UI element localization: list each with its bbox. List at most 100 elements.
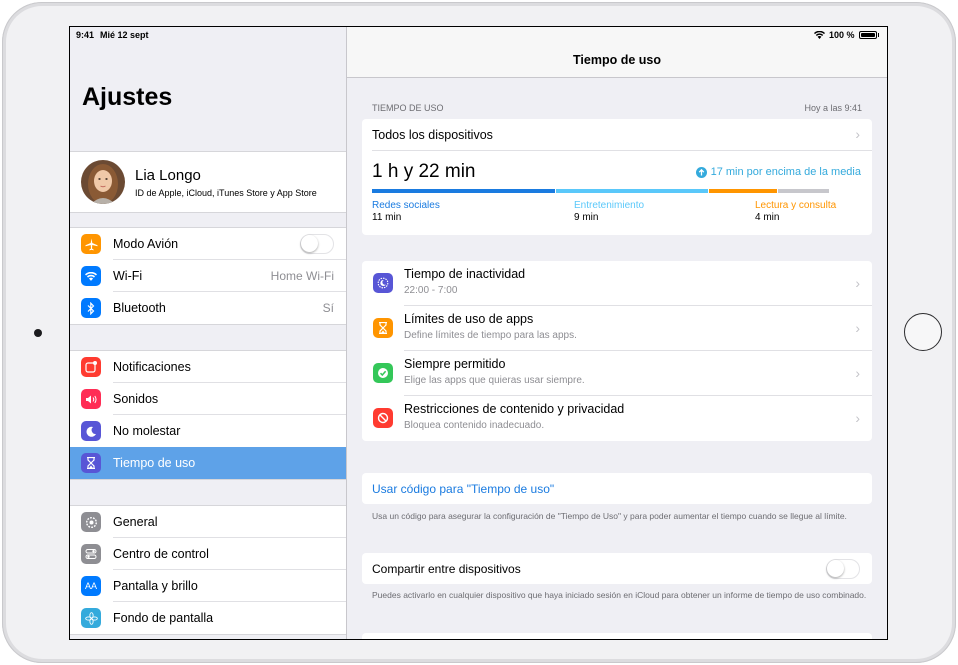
sidebar-item-wifi[interactable]: Wi-Fi Home Wi-Fi [70, 260, 346, 292]
airplane-mode-toggle[interactable] [300, 234, 334, 254]
battery-percent: 100 % [828, 30, 855, 40]
option-subtitle: Define límites de tiempo para las apps. [404, 330, 577, 341]
bluetooth-value: Sí [322, 301, 334, 315]
share-across-devices-toggle[interactable] [826, 559, 860, 579]
checkmark-icon [373, 363, 393, 383]
sidebar-item-label: Pantalla y brillo [113, 579, 198, 593]
chevron-right-icon: › [855, 320, 860, 336]
total-usage-time: 1 h y 22 min [372, 161, 476, 182]
battery-icon [858, 31, 877, 39]
option-subtitle: 22:00 - 7:00 [404, 285, 458, 296]
bluetooth-icon [81, 298, 101, 318]
section-header: TIEMPO DE USO Hoy a las 9:41 [372, 103, 862, 113]
sidebar-item-label: General [113, 515, 158, 529]
status-date: Mié 12 sept [100, 30, 149, 40]
sidebar-item-label: Bluetooth [113, 301, 166, 315]
option-title: Límites de uso de apps [404, 312, 534, 326]
all-devices-label: Todos los dispositivos [372, 128, 493, 142]
sidebar-item-label: Fondo de pantalla [113, 611, 214, 625]
screen-time-detail: Tiempo de uso TIEMPO DE USO Hoy a las 9:… [347, 27, 887, 639]
arrow-up-circle-icon [695, 166, 707, 178]
sidebar-item-label: Tiempo de uso [113, 456, 196, 470]
sidebar-item-label: Centro de control [113, 547, 209, 561]
nav-title: Tiempo de uso [573, 53, 661, 67]
options-card: Tiempo de inactividad 22:00 - 7:00 › Lím… [362, 261, 872, 441]
sidebar-item-airplane-mode[interactable]: Modo Avión [70, 228, 346, 260]
chevron-right-icon: › [855, 126, 860, 142]
sidebar-item-screen-time[interactable]: Tiempo de uso [70, 447, 346, 479]
option-subtitle: Elige las apps que quieras usar siempre. [404, 375, 585, 386]
usage-bar [372, 189, 861, 193]
profile-group: Lia Longo ID de Apple, iCloud, iTunes St… [70, 151, 346, 213]
app-limits-row[interactable]: Límites de uso de apps Define límites de… [362, 306, 872, 351]
option-title: Tiempo de inactividad [404, 267, 526, 281]
downtime-row[interactable]: Tiempo de inactividad 22:00 - 7:00 › [362, 261, 872, 306]
share-card: Compartir entre dispositivos [362, 553, 872, 584]
chevron-right-icon: › [855, 365, 860, 381]
sidebar-title: Ajustes [82, 83, 173, 111]
screen: 9:41 Mié 12 sept 100 % Ajustes Lia Longo… [69, 26, 888, 640]
notifications-group: Notificaciones Sonidos No molestar Tiemp… [70, 350, 346, 480]
gear-icon [81, 512, 101, 532]
category-time: 4 min [755, 212, 780, 223]
restriction-icon [373, 408, 393, 428]
sidebar-item-wallpaper[interactable]: Fondo de pantalla [70, 602, 346, 634]
status-bar: 9:41 Mié 12 sept 100 % [70, 27, 887, 43]
option-subtitle: Bloquea contenido inadecuado. [404, 420, 545, 431]
usage-bar-segment [372, 189, 555, 193]
category-time: 11 min [372, 212, 402, 223]
chevron-right-icon: › [855, 410, 860, 426]
sounds-icon [81, 389, 101, 409]
home-button[interactable] [904, 313, 942, 351]
control-center-icon [81, 544, 101, 564]
general-group: General Centro de control AA Pantalla y … [70, 505, 346, 635]
settings-sidebar: Ajustes Lia Longo ID de Apple, iCloud, i… [70, 27, 347, 639]
share-footer: Puedes activarlo en cualquier dispositiv… [372, 590, 867, 600]
sidebar-item-sounds[interactable]: Sonidos [70, 383, 346, 415]
sidebar-item-control-center[interactable]: Centro de control [70, 538, 346, 570]
category-name: Redes sociales [372, 200, 440, 211]
sidebar-item-bluetooth[interactable]: Bluetooth Sí [70, 292, 346, 324]
wifi-icon [81, 266, 101, 286]
usage-bar-segment [709, 189, 777, 193]
hourglass-icon [81, 453, 101, 473]
option-title: Restricciones de contenido y privacidad [404, 402, 625, 416]
category-name: Entretenimiento [574, 200, 645, 211]
status-time: 9:41 [76, 30, 95, 40]
sidebar-item-label: Wi-Fi [113, 269, 143, 283]
moon-icon [81, 421, 101, 441]
wallpaper-icon [81, 608, 101, 628]
average-comparison: 17 min por encima de la media [695, 166, 861, 178]
section-header-time: Hoy a las 9:41 [804, 103, 862, 113]
sidebar-item-notifications[interactable]: Notificaciones [70, 351, 346, 383]
category-social: Redes sociales 11 min [372, 200, 440, 223]
comparison-text: 17 min por encima de la media [710, 166, 861, 178]
category-reading: Lectura y consulta 4 min [755, 200, 836, 223]
content-restrictions-row[interactable]: Restricciones de contenido y privacidad … [362, 396, 872, 441]
sidebar-item-label: Sonidos [113, 392, 159, 406]
chevron-right-icon: › [855, 275, 860, 291]
airplane-icon [81, 234, 101, 254]
section-header-label: TIEMPO DE USO [372, 103, 444, 113]
wifi-network-value: Home Wi-Fi [270, 269, 334, 283]
hourglass-icon [373, 318, 393, 338]
share-across-devices-label: Compartir entre dispositivos [372, 562, 521, 576]
passcode-footer: Usa un código para asegurar la configura… [372, 511, 847, 521]
use-passcode-link[interactable]: Usar código para "Tiempo de uso" [372, 482, 554, 496]
sidebar-item-label: No molestar [113, 424, 181, 438]
usage-bar-segment [778, 189, 829, 193]
sidebar-item-general[interactable]: General [70, 506, 346, 538]
profile-name: Lia Longo [135, 166, 201, 184]
category-name: Lectura y consulta [755, 200, 837, 211]
sidebar-item-display-brightness[interactable]: AA Pantalla y brillo [70, 570, 346, 602]
apple-id-profile[interactable]: Lia Longo ID de Apple, iCloud, iTunes St… [70, 152, 346, 212]
profile-subtitle: ID de Apple, iCloud, iTunes Store y App … [135, 187, 317, 198]
sidebar-item-label: Notificaciones [113, 360, 191, 374]
all-devices-row[interactable]: Todos los dispositivos › [362, 119, 872, 151]
notifications-icon [81, 357, 101, 377]
passcode-card: Usar código para "Tiempo de uso" [362, 473, 872, 504]
downtime-icon [373, 273, 393, 293]
always-allowed-row[interactable]: Siempre permitido Elige las apps que qui… [362, 351, 872, 396]
sidebar-item-do-not-disturb[interactable]: No molestar [70, 415, 346, 447]
partial-next-card [362, 633, 872, 639]
